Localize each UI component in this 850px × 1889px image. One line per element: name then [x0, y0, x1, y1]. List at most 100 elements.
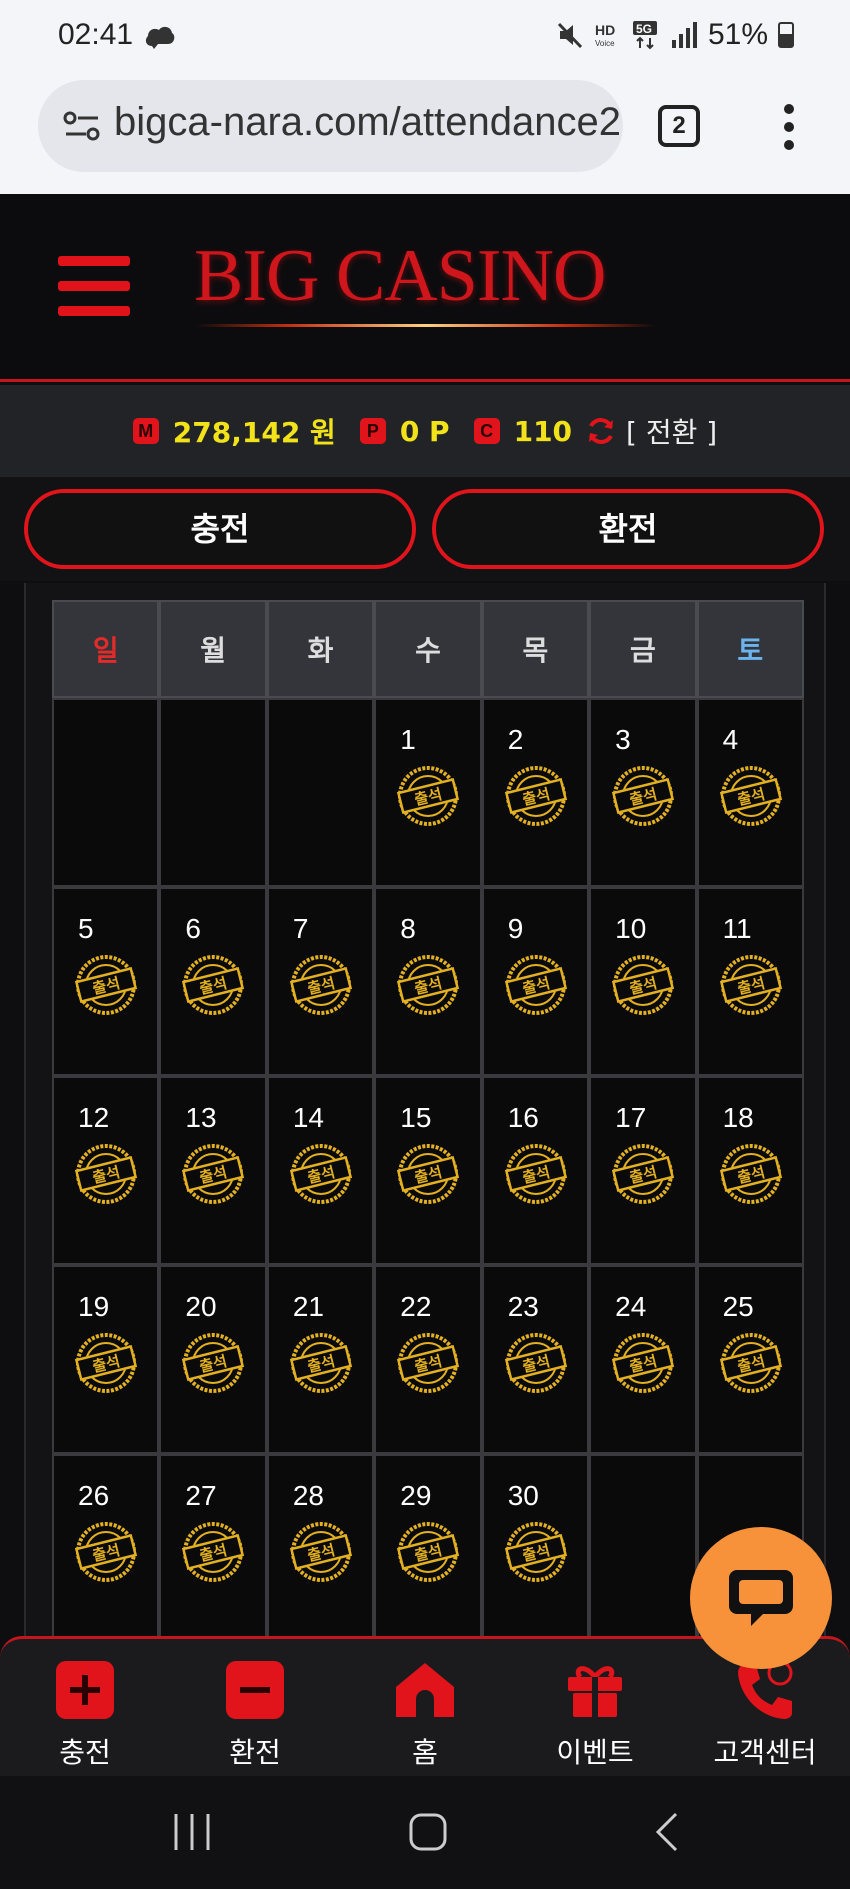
calendar-day-cell: 26 출석 [52, 1454, 160, 1643]
day-number: 8 [400, 913, 416, 944]
nav-event-label: 이벤트 [556, 1736, 634, 1769]
calendar-day-cell: 7 출석 [266, 887, 375, 1076]
site-logo[interactable]: BIG CASINO [194, 234, 606, 319]
status-bar: 02:41 HD Voice 5G 51% [0, 0, 850, 76]
refresh-icon[interactable] [586, 416, 616, 446]
calendar-empty-cell [589, 1454, 697, 1643]
site-header: BIG CASINO [0, 194, 850, 382]
calendar-day-cell: 1 출석 [374, 698, 482, 887]
back-icon[interactable] [652, 1812, 682, 1852]
system-navigation-bar [0, 1776, 850, 1889]
calendar-day-cell: 12 출석 [52, 1076, 160, 1265]
attendance-stamp-icon: 출석 [182, 1333, 245, 1393]
day-number: 19 [78, 1291, 110, 1322]
nav-exchange[interactable]: 환전 [170, 1639, 340, 1776]
attendance-stamp-icon: 출석 [289, 1144, 352, 1204]
calendar-day-cell: 29 출석 [374, 1454, 482, 1643]
attendance-stamp-icon: 출석 [504, 955, 567, 1015]
calendar-grid: 일 월 화 수 목 금 토 1 출석 2 출석 3 출석 4 출석 5 출석 6 출석 7 출석 8 출석 9 출석 10 출석 11… [52, 600, 804, 1643]
attendance-stamp-icon: 출석 [182, 1522, 245, 1582]
weekday-header-sun: 일 [52, 600, 160, 698]
attendance-stamp-icon: 출석 [74, 1144, 138, 1204]
day-number: 21 [292, 1291, 324, 1322]
balance-bar: M 278,142 원 P 0 P C 110 [ 전환 ] [0, 385, 850, 477]
exchange-button[interactable]: 환전 [432, 489, 824, 569]
nav-charge-label: 충전 [59, 1736, 111, 1769]
attendance-stamp-icon: 출석 [397, 1522, 460, 1582]
home-button-icon[interactable] [408, 1812, 448, 1852]
mute-icon [557, 22, 583, 49]
convert-button[interactable]: [ 전환 ] [626, 411, 717, 451]
attendance-stamp-icon: 출석 [719, 766, 782, 826]
day-number: 13 [185, 1102, 217, 1133]
recent-apps-icon[interactable] [170, 1812, 214, 1852]
day-number: 17 [615, 1102, 647, 1133]
calendar-day-cell: 14 출석 [266, 1076, 375, 1265]
day-number: 10 [615, 913, 647, 944]
chat-button[interactable] [690, 1527, 832, 1669]
battery-percent: 51% [707, 18, 768, 51]
weekday-header-mon: 월 [159, 600, 267, 698]
day-number: 25 [722, 1291, 754, 1322]
calendar-day-cell: 10 출석 [589, 887, 697, 1076]
day-number: 1 [400, 724, 416, 755]
weekday-header-wed: 수 [374, 600, 482, 698]
point-balance: 0 P [399, 414, 450, 448]
address-bar[interactable]: bigca-nara.com/attendance2 [38, 80, 623, 172]
status-icons: HD Voice 5G 51% [556, 18, 794, 52]
nav-exchange-label: 환전 [229, 1736, 281, 1769]
day-number: 12 [78, 1102, 110, 1133]
calendar-day-cell: 28 출석 [266, 1454, 375, 1643]
calendar-day-cell: 13 출석 [159, 1076, 267, 1265]
calendar-day-cell: 27 출석 [159, 1454, 267, 1643]
point-badge-icon: P [359, 418, 386, 444]
cloud-icon [145, 26, 175, 49]
attendance-stamp-icon: 출석 [719, 955, 782, 1015]
day-number: 7 [292, 913, 309, 944]
url-text[interactable]: bigca-nara.com/attendance2 [114, 100, 621, 145]
calendar-day-cell: 24 출석 [589, 1265, 697, 1454]
svg-text:5G: 5G [636, 22, 652, 36]
home-icon [396, 1663, 454, 1717]
attendance-stamp-icon: 출석 [612, 1333, 675, 1393]
day-number: 29 [400, 1480, 432, 1511]
tab-switcher-button[interactable]: 2 [658, 105, 700, 147]
svg-text:Voice: Voice [595, 39, 615, 48]
charge-button[interactable]: 충전 [24, 489, 416, 569]
calendar-empty-cell [266, 698, 375, 887]
day-number: 3 [615, 724, 631, 755]
coin-balance: 110 [513, 414, 573, 448]
attendance-stamp-icon: 출석 [182, 1144, 245, 1204]
attendance-stamp-icon: 출석 [719, 1144, 782, 1204]
weekday-header-sat: 토 [696, 600, 804, 698]
attendance-stamp-icon: 출석 [612, 955, 675, 1015]
nav-event[interactable]: 이벤트 [510, 1639, 680, 1776]
day-number: 6 [185, 913, 201, 944]
attendance-stamp-icon: 출석 [74, 955, 138, 1015]
hamburger-menu-icon[interactable] [58, 256, 130, 316]
attendance-stamp-icon: 출석 [612, 766, 675, 826]
calendar-day-cell: 23 출석 [481, 1265, 590, 1454]
nav-home[interactable]: 홈 [340, 1639, 510, 1776]
weekday-header-thu: 목 [481, 600, 590, 698]
calendar-day-cell: 21 출석 [266, 1265, 375, 1454]
site-settings-icon[interactable] [62, 108, 102, 144]
attendance-stamp-icon: 출석 [397, 1333, 460, 1393]
logo-underline [196, 324, 656, 327]
day-number: 16 [507, 1102, 539, 1133]
gift-icon [568, 1666, 622, 1717]
day-number: 18 [722, 1102, 754, 1133]
coin-badge-icon: C [473, 418, 500, 444]
signal-icon [671, 22, 697, 48]
nav-charge[interactable]: 충전 [0, 1639, 170, 1776]
browser-menu-icon[interactable] [783, 104, 795, 150]
5g-icon: 5G [632, 21, 657, 50]
day-number: 24 [615, 1291, 647, 1322]
attendance-stamp-icon: 출석 [504, 766, 567, 826]
calendar-day-cell: 18 출석 [696, 1076, 804, 1265]
attendance-stamp-icon: 출석 [397, 766, 460, 826]
day-number: 2 [507, 724, 524, 755]
day-number: 15 [400, 1102, 432, 1133]
status-time: 02:41 [58, 18, 134, 51]
calendar-day-cell: 9 출석 [481, 887, 590, 1076]
